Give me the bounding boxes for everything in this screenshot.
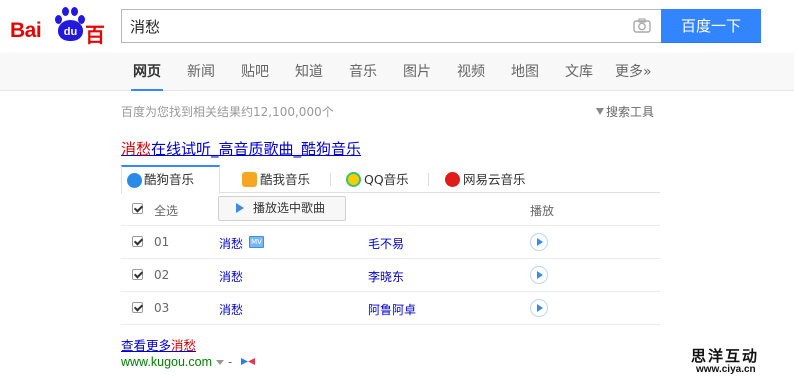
camera-icon[interactable] bbox=[633, 18, 651, 33]
qqmusic-icon bbox=[346, 172, 361, 187]
baidu-logo[interactable]: Bai du 百度 bbox=[10, 5, 114, 76]
song-checkbox[interactable] bbox=[132, 302, 143, 313]
tab-kugou[interactable]: 酷狗音乐 bbox=[121, 165, 220, 194]
song-title-link[interactable]: 消愁 bbox=[219, 301, 243, 318]
singer-link[interactable]: 阿鲁阿卓 bbox=[368, 301, 416, 318]
logo-text: Bai bbox=[10, 19, 42, 42]
result-url: www.kugou.com - bbox=[121, 355, 256, 369]
song-index: 01 bbox=[154, 235, 170, 249]
tab-netease[interactable]: 网易云音乐 bbox=[441, 167, 526, 193]
tab-qqmusic[interactable]: QQ音乐 bbox=[342, 167, 409, 193]
view-more-highlight: 消愁 bbox=[171, 338, 197, 353]
chevron-down-icon[interactable] bbox=[216, 360, 225, 365]
search-nav: 网页 新闻 贴吧 知道 音乐 图片 视频 地图 文库 更多» bbox=[0, 53, 794, 91]
play-selected-button[interactable]: 播放选中歌曲 bbox=[218, 196, 346, 221]
view-more-link[interactable]: 查看更多消愁 bbox=[121, 335, 196, 354]
tab-kuwo[interactable]: 酷我音乐 bbox=[238, 167, 310, 193]
select-all-checkbox[interactable] bbox=[132, 203, 143, 214]
tab-separator bbox=[330, 173, 331, 186]
funnel-icon bbox=[596, 108, 604, 115]
mv-badge[interactable]: MV bbox=[249, 236, 264, 248]
singer-link[interactable]: 李晓东 bbox=[368, 268, 404, 285]
song-title-link[interactable]: 消愁 bbox=[219, 268, 243, 285]
paw-icon: du bbox=[54, 6, 86, 42]
song-checkbox[interactable] bbox=[132, 269, 143, 280]
table-row: 03 消愁 阿鲁阿卓 bbox=[121, 292, 660, 325]
select-all-label: 全选 bbox=[154, 204, 179, 218]
result-url-text[interactable]: www.kugou.com bbox=[121, 355, 212, 369]
table-row: 01 消愁 MV 毛不易 bbox=[121, 226, 660, 259]
tab-tieba[interactable]: 贴吧 bbox=[241, 53, 269, 91]
tab-separator bbox=[428, 173, 429, 186]
watermark-url: www.ciya.cn bbox=[696, 364, 756, 375]
provider-tabs: 酷狗音乐 酷我音乐 QQ音乐 网易云音乐 bbox=[121, 165, 660, 194]
tab-web[interactable]: 网页 bbox=[131, 53, 163, 91]
kuwo-icon bbox=[242, 172, 257, 187]
tab-news[interactable]: 新闻 bbox=[187, 53, 215, 91]
title-highlight: 消愁 bbox=[121, 140, 152, 158]
title-rest: 在线试听_高音质歌曲_酷狗音乐 bbox=[151, 140, 362, 158]
watermark-text: 思洋互动 bbox=[691, 347, 760, 365]
play-column-header: 播放 bbox=[530, 204, 555, 218]
search-tools[interactable]: 搜索工具 bbox=[596, 103, 654, 120]
singer-link[interactable]: 毛不易 bbox=[368, 235, 404, 252]
table-header-row: 全选 播放选中歌曲 播放 bbox=[121, 193, 660, 226]
tab-video[interactable]: 视频 bbox=[457, 53, 485, 91]
tab-more[interactable]: 更多» bbox=[615, 53, 652, 91]
search-box bbox=[121, 9, 661, 43]
tab-qqmusic-label: QQ音乐 bbox=[364, 172, 409, 187]
tab-music[interactable]: 音乐 bbox=[349, 53, 377, 91]
netease-icon bbox=[445, 172, 460, 187]
tab-netease-label: 网易云音乐 bbox=[463, 172, 526, 187]
kugou-icon bbox=[127, 173, 142, 188]
bowtie-icon[interactable] bbox=[240, 357, 256, 366]
tab-kugou-label: 酷狗音乐 bbox=[144, 172, 195, 187]
logo-paw-text: du bbox=[58, 20, 83, 41]
play-icon[interactable] bbox=[530, 266, 548, 284]
search-button[interactable]: 百度一下 bbox=[661, 9, 761, 43]
search-input[interactable] bbox=[122, 10, 612, 42]
result-title-link[interactable]: 消愁在线试听_高音质歌曲_酷狗音乐 bbox=[121, 138, 361, 159]
song-index: 02 bbox=[154, 268, 170, 282]
tab-zhidao[interactable]: 知道 bbox=[295, 53, 323, 91]
play-icon[interactable] bbox=[530, 299, 548, 317]
view-more-prefix: 查看更多 bbox=[121, 338, 172, 353]
tab-kuwo-label: 酷我音乐 bbox=[260, 172, 311, 187]
tab-map[interactable]: 地图 bbox=[511, 53, 539, 91]
tab-images[interactable]: 图片 bbox=[403, 53, 431, 91]
music-panel: 酷狗音乐 酷我音乐 QQ音乐 网易云音乐 全选 播放选中歌曲 播放 01 消愁 … bbox=[121, 165, 660, 325]
table-row: 02 消愁 李晓东 bbox=[121, 259, 660, 292]
song-title-link[interactable]: 消愁 bbox=[219, 235, 243, 252]
song-checkbox[interactable] bbox=[132, 236, 143, 247]
play-icon[interactable] bbox=[530, 233, 548, 251]
result-count: 百度为您找到相关结果约12,100,000个 bbox=[121, 105, 334, 119]
header: Bai du 百度 百度一下 bbox=[0, 0, 794, 76]
search-tools-label: 搜索工具 bbox=[606, 105, 655, 119]
url-dash: - bbox=[228, 355, 233, 369]
song-index: 03 bbox=[154, 301, 170, 315]
tab-wenku[interactable]: 文库 bbox=[565, 53, 593, 91]
